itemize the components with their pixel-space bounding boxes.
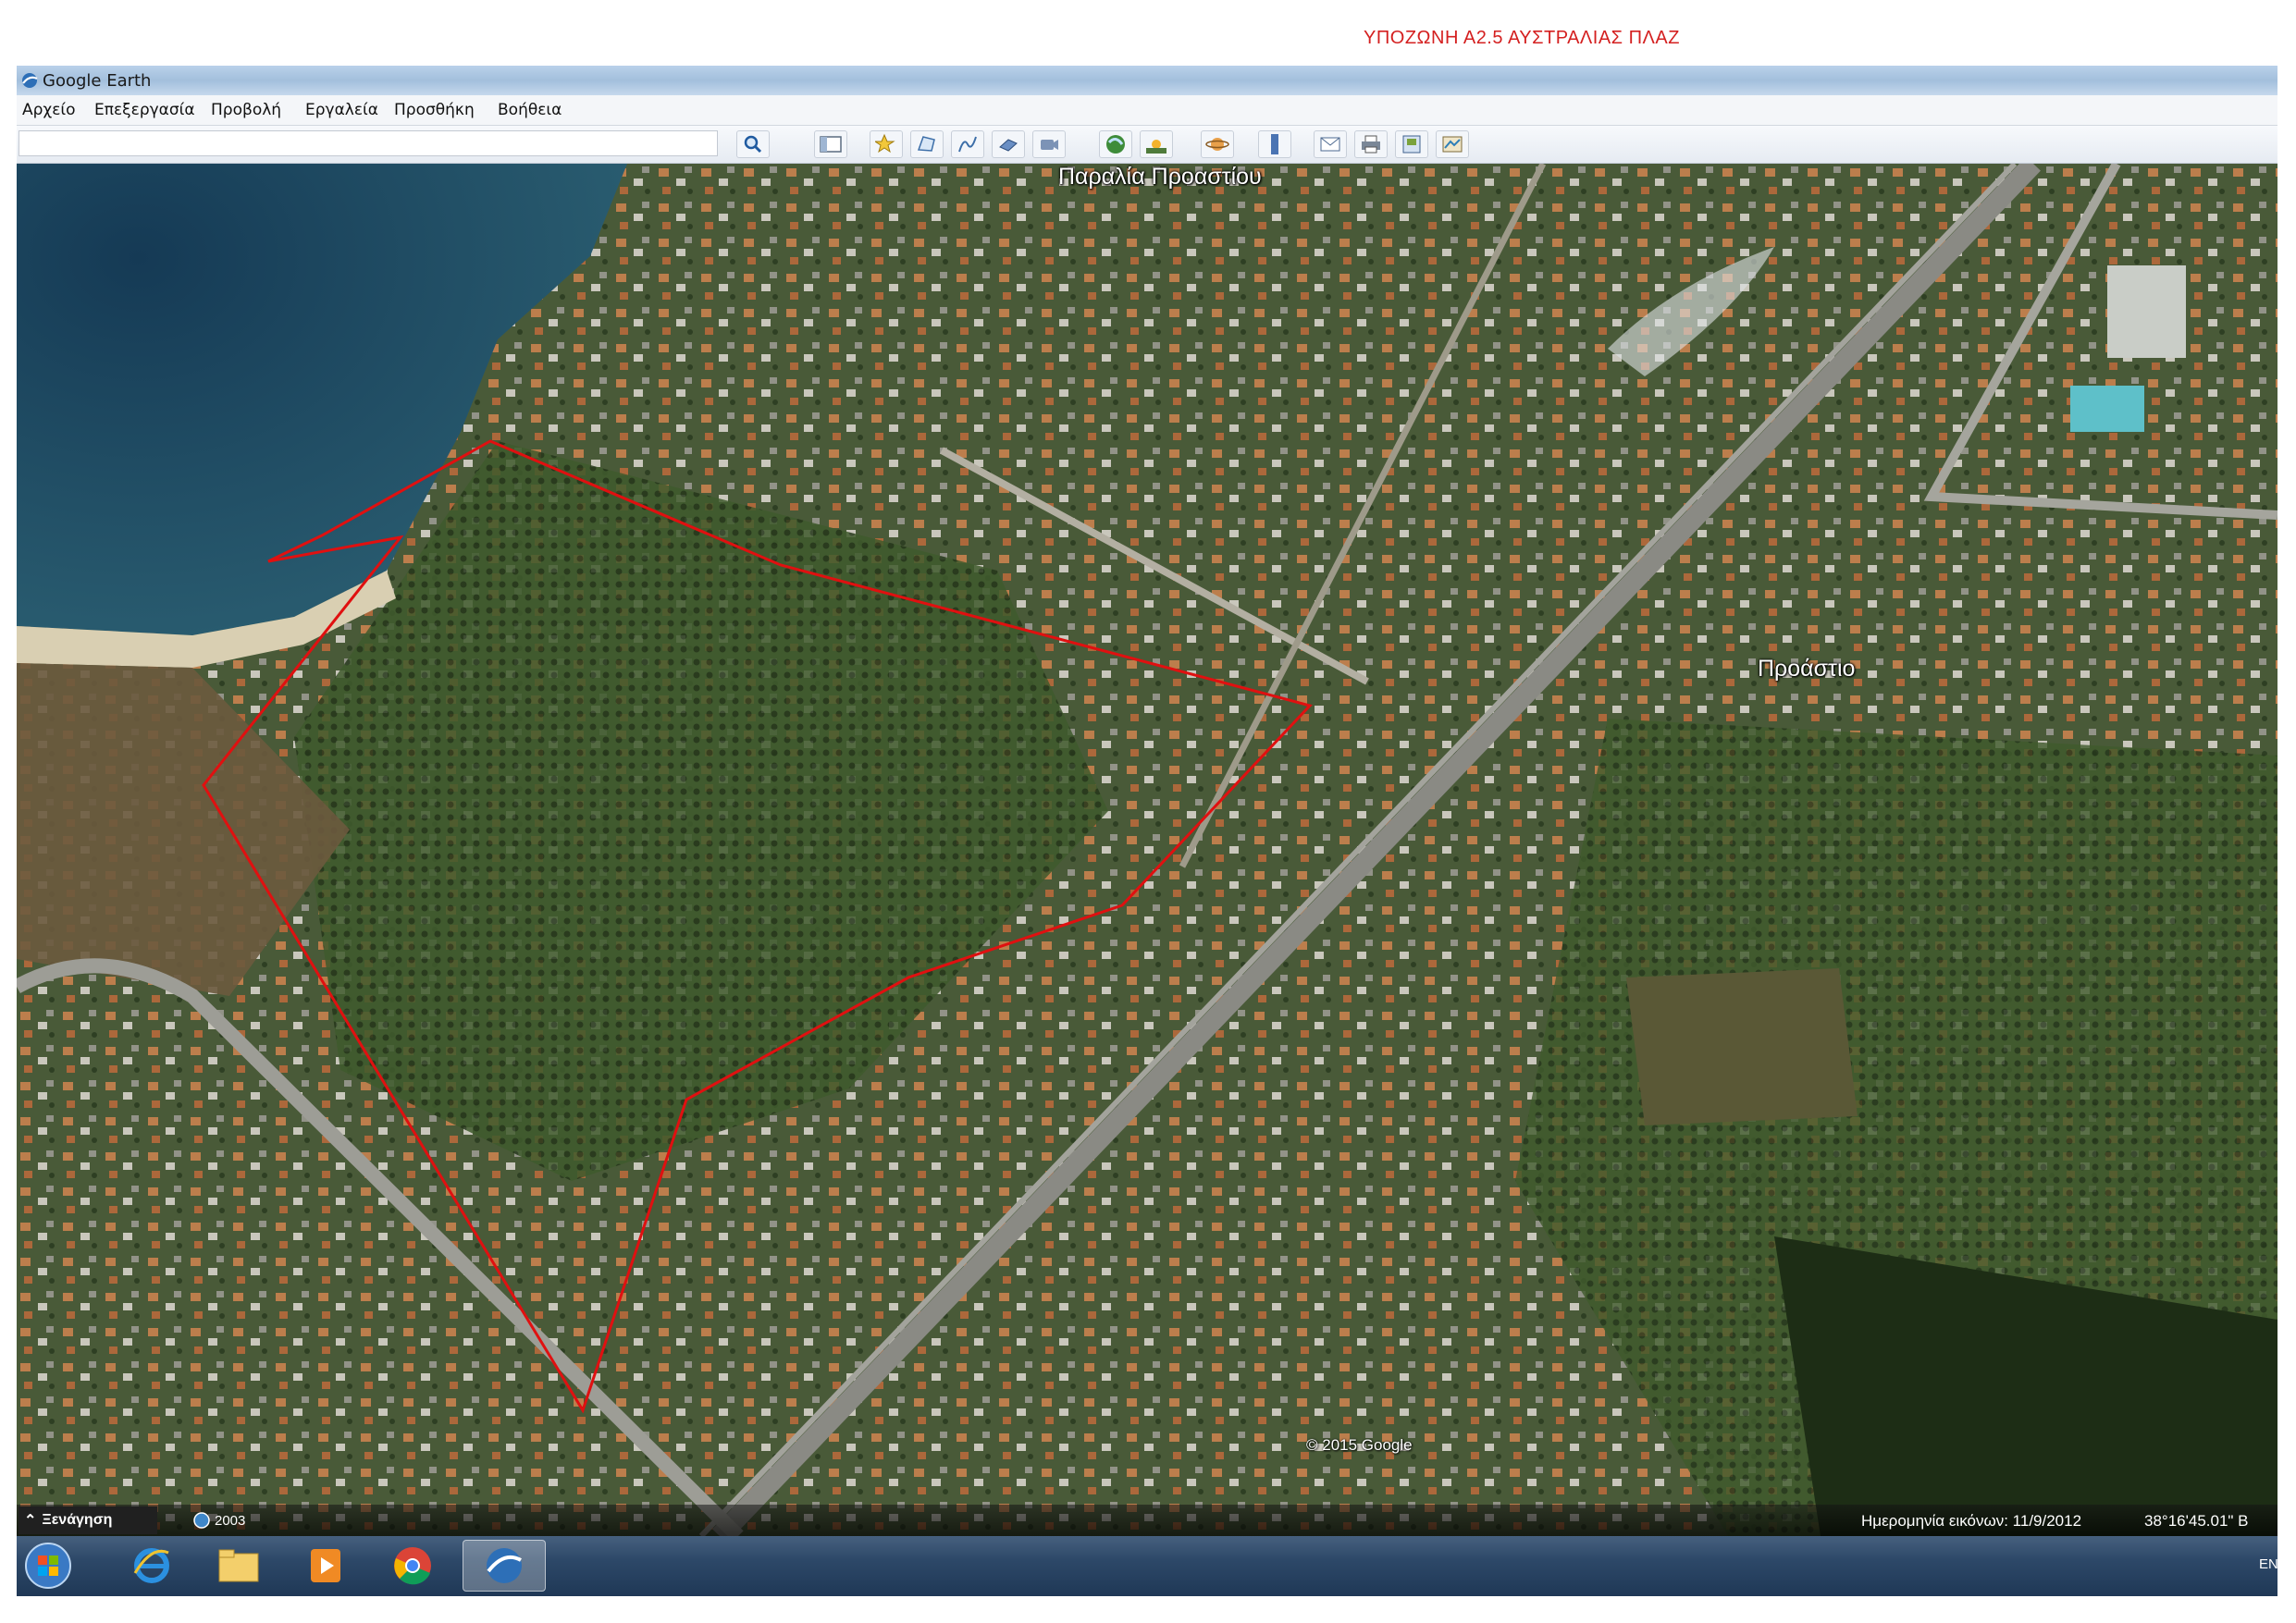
menu-add[interactable]: Προσθήκη: [394, 101, 475, 119]
tour-label: Ξενάγηση: [42, 1512, 113, 1528]
title-bar[interactable]: Google Earth: [17, 66, 2277, 95]
search-icon: [744, 135, 762, 154]
sunlight-button[interactable]: [1140, 130, 1173, 158]
beach-place-label: Παραλία Προαστίου: [1058, 164, 1262, 190]
document-header: ΥΠΟΖΩΝΗ Α2.5 ΑΥΣΤΡΑΛΙΑΣ ΠΛΑΖ: [1364, 28, 1680, 48]
email-icon: [1320, 137, 1340, 152]
window-title: Google Earth: [43, 71, 152, 91]
taskbar-file-explorer[interactable]: [202, 1540, 276, 1592]
menu-bar: Αρχείο Επεξεργασία Προβολή Εργαλεία Προσ…: [17, 95, 2277, 126]
internet-explorer-icon: [133, 1548, 169, 1583]
chevron-up-icon: ⌃: [24, 1513, 37, 1529]
search-button[interactable]: [736, 130, 770, 158]
record-tour-icon: [1041, 140, 1058, 150]
historical-imagery-button[interactable]: [1099, 130, 1132, 158]
menu-file[interactable]: Αρχείο: [22, 101, 76, 119]
sidebar-toggle-button[interactable]: [814, 130, 847, 158]
menu-edit[interactable]: Επεξεργασία: [94, 101, 195, 119]
status-bar: ⌃ Ξενάγηση 2003 Ημερομηνία εικόνων: 11/9…: [17, 1505, 2277, 1536]
imagery-copyright: © 2015 Google: [1306, 1436, 1413, 1454]
sunlight-icon: [1146, 140, 1167, 154]
google-earth-app-icon: [22, 73, 38, 88]
print-icon: [1362, 135, 1380, 154]
switch-planet-button[interactable]: [1201, 130, 1234, 158]
search-field[interactable]: [19, 130, 718, 156]
file-explorer-icon: [218, 1549, 259, 1582]
google-earth-icon: [487, 1548, 522, 1583]
chrome-icon: [394, 1547, 431, 1585]
menu-view[interactable]: Προβολή: [211, 101, 281, 119]
email-button[interactable]: [1314, 130, 1347, 158]
save-image-icon: [1402, 135, 1421, 154]
imagery-year-badge[interactable]: 2003: [192, 1509, 245, 1531]
record-tour-button[interactable]: [1032, 130, 1066, 158]
language-indicator[interactable]: EN: [2259, 1556, 2277, 1572]
taskbar-google-earth[interactable]: [463, 1540, 546, 1592]
historical-clock-icon: [193, 1512, 210, 1529]
ruler-icon: [1271, 134, 1278, 154]
taskbar-media-player[interactable]: [289, 1540, 363, 1592]
path-icon: [958, 136, 977, 153]
view-in-maps-button[interactable]: [1436, 130, 1469, 158]
historical-imagery-icon: [1106, 135, 1125, 154]
imagery-year: 2003: [215, 1512, 246, 1529]
satellite-imagery: [17, 164, 2277, 1536]
taskbar-internet-explorer[interactable]: [115, 1540, 189, 1592]
print-button[interactable]: [1354, 130, 1388, 158]
polygon-icon: [917, 136, 935, 152]
add-polygon-button[interactable]: [910, 130, 944, 158]
planet-icon: [1205, 138, 1229, 151]
menu-help[interactable]: Βοήθεια: [498, 101, 562, 119]
sidebar-icon: [820, 136, 842, 153]
toolbar: [17, 126, 2277, 164]
imagery-date: Ημερομηνία εικόνων: 11/9/2012: [1861, 1512, 2082, 1530]
save-image-button[interactable]: [1395, 130, 1428, 158]
map-view[interactable]: Παραλία Προαστίου Προάστιο © 2015 Google: [17, 164, 2277, 1536]
media-player-icon: [311, 1549, 340, 1582]
menu-tools[interactable]: Εργαλεία: [305, 101, 378, 119]
view-in-maps-icon: [1442, 136, 1463, 153]
add-image-overlay-button[interactable]: [992, 130, 1025, 158]
google-earth-window: Google Earth Αρχείο Επεξεργασία Προβολή …: [17, 66, 2277, 1596]
placemark-icon: [875, 133, 895, 154]
ruler-button[interactable]: [1258, 130, 1291, 158]
image-overlay-icon: [999, 139, 1018, 152]
town-place-label: Προάστιο: [1758, 656, 1856, 682]
add-placemark-button[interactable]: [870, 130, 903, 158]
add-path-button[interactable]: [951, 130, 984, 158]
tour-button[interactable]: ⌃ Ξενάγηση: [19, 1506, 157, 1534]
taskbar-chrome[interactable]: [376, 1540, 450, 1592]
start-icon: [25, 1543, 71, 1589]
start-button[interactable]: [20, 1538, 76, 1593]
cursor-coordinates: 38°16'45.01" Β: [2144, 1512, 2249, 1530]
search-input[interactable]: [19, 131, 717, 155]
windows-taskbar: EN: [17, 1536, 2277, 1596]
